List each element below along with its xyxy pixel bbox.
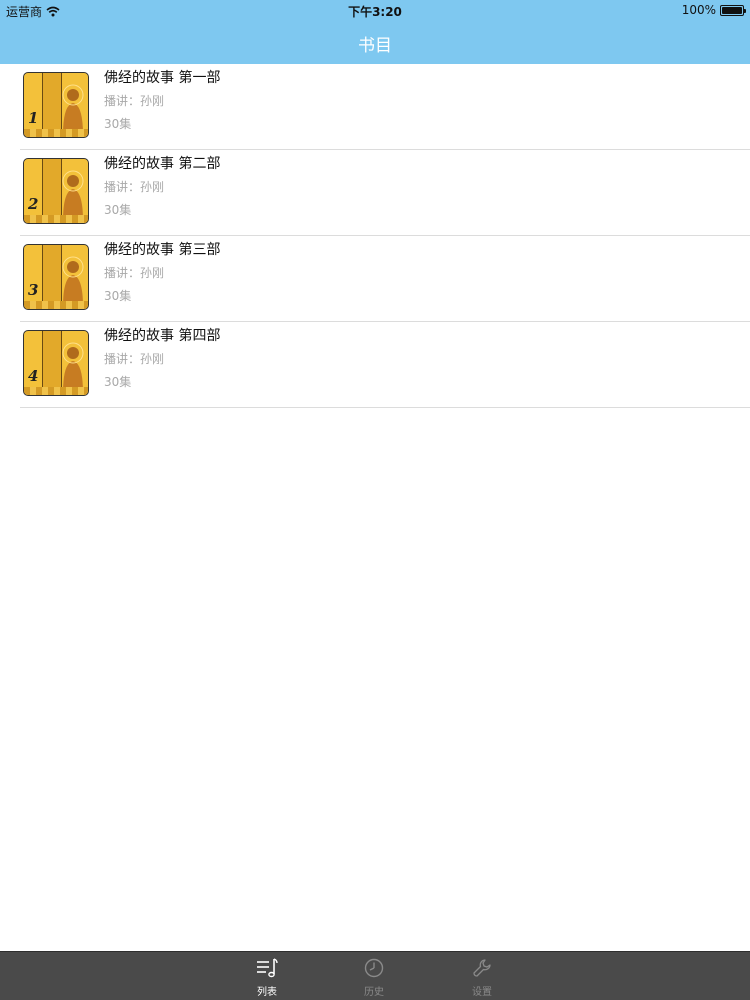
tab-history[interactable]: 历史 [344, 957, 404, 999]
cover-number: 1 [28, 109, 39, 127]
cover-number: 2 [28, 195, 39, 213]
clock-icon [364, 958, 384, 978]
book-cover-image: 2 [23, 158, 89, 224]
book-speaker: 播讲：孙刚 [104, 266, 165, 280]
book-speaker: 播讲：孙刚 [104, 94, 165, 108]
battery-icon [720, 4, 746, 16]
book-speaker: 播讲：孙刚 [104, 180, 165, 194]
book-list: 1 佛经的故事 第一部 播讲：孙刚 30集 2 佛经的故事 第二部 播讲：孙刚 … [0, 64, 750, 408]
book-row-1[interactable]: 1 佛经的故事 第一部 播讲：孙刚 30集 [20, 64, 750, 150]
book-row-2[interactable]: 2 佛经的故事 第二部 播讲：孙刚 30集 [20, 150, 750, 236]
status-time: 下午3:20 [348, 5, 402, 19]
book-episode-count: 30集 [104, 289, 132, 303]
book-episode-count: 30集 [104, 375, 132, 389]
book-title: 佛经的故事 第四部 [104, 328, 221, 344]
tab-bar: 列表 历史 设置 [0, 951, 750, 1000]
tab-settings[interactable]: 设置 [452, 957, 512, 999]
tab-list[interactable]: 列表 [237, 957, 297, 999]
book-speaker: 播讲：孙刚 [104, 352, 165, 366]
book-cover-image: 3 [23, 244, 89, 310]
cover-number: 3 [28, 281, 39, 299]
book-episode-count: 30集 [104, 117, 132, 131]
book-row-3[interactable]: 3 佛经的故事 第三部 播讲：孙刚 30集 [20, 236, 750, 322]
book-cover-image: 4 [23, 330, 89, 396]
battery-status: 100% [681, 3, 746, 17]
tab-label: 设置 [472, 987, 492, 998]
tab-label: 列表 [257, 987, 277, 998]
book-row-4[interactable]: 4 佛经的故事 第四部 播讲：孙刚 30集 [20, 322, 750, 408]
battery-percent: 100% [681, 3, 716, 17]
book-episode-count: 30集 [104, 203, 132, 217]
cover-number: 4 [28, 367, 39, 385]
book-title: 佛经的故事 第三部 [104, 242, 221, 258]
page-title: 书目 [358, 35, 392, 56]
wrench-icon [473, 959, 491, 977]
book-title: 佛经的故事 第一部 [104, 70, 221, 86]
status-bar: 运营商 下午3:20 100% [0, 0, 750, 22]
book-title: 佛经的故事 第二部 [104, 156, 221, 172]
tab-label: 历史 [364, 987, 384, 998]
list-music-icon [257, 958, 278, 978]
book-cover-image: 1 [23, 72, 89, 138]
navigation-bar: 书目 [0, 22, 750, 64]
